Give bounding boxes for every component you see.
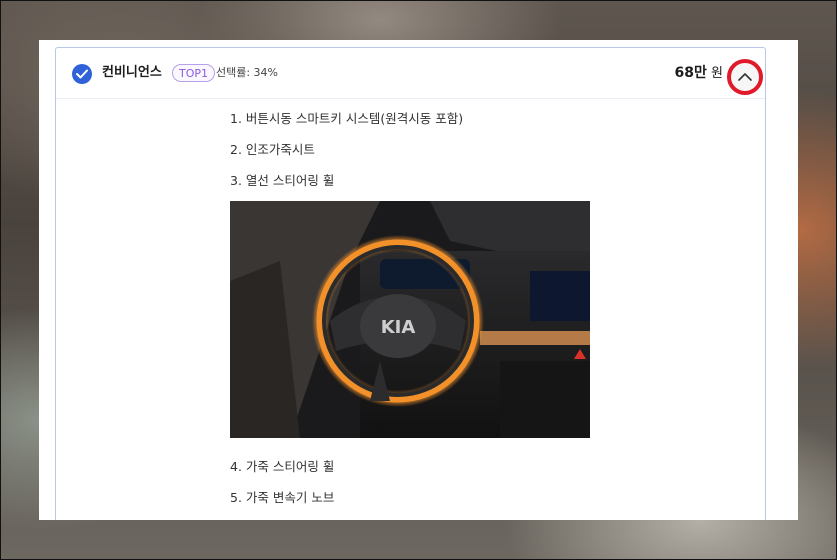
option-card: 컨비니언스 TOP1 선택률: 34% 68만 원 1. 버튼시동 스마트키 시… — [55, 47, 766, 520]
rank-badge: TOP1 — [172, 64, 216, 82]
feature-item: 1. 버튼시동 스마트키 시스템(원격시동 포함) — [230, 111, 464, 126]
price-number: 68만 — [674, 65, 707, 81]
svg-text:KIA: KIA — [381, 317, 416, 338]
option-details: 1. 버튼시동 스마트키 시스템(원격시동 포함) 2. 인조가죽시트 3. 열… — [230, 100, 650, 520]
checkmark-icon[interactable] — [72, 64, 92, 84]
option-card-header[interactable]: 컨비니언스 TOP1 선택률: 34% 68만 원 — [56, 48, 765, 99]
options-panel: 컨비니언스 TOP1 선택률: 34% 68만 원 1. 버튼시동 스마트키 시… — [39, 40, 798, 520]
chevron-up-icon — [738, 73, 752, 81]
selection-rate: 선택률: 34% — [216, 66, 279, 79]
option-price: 68만 원 — [675, 63, 723, 84]
price-unit: 원 — [711, 66, 723, 81]
feature-item: 4. 가죽 스티어링 휠 — [230, 459, 335, 474]
feature-item: 3. 열선 스티어링 휠 — [230, 173, 335, 188]
steering-wheel-photo: KIA — [230, 201, 590, 438]
feature-item: 2. 인조가죽시트 — [230, 142, 315, 157]
collapse-button[interactable] — [727, 59, 763, 95]
option-name: 컨비니언스 — [102, 65, 162, 80]
feature-item: 5. 가죽 변속기 노브 — [230, 490, 335, 505]
